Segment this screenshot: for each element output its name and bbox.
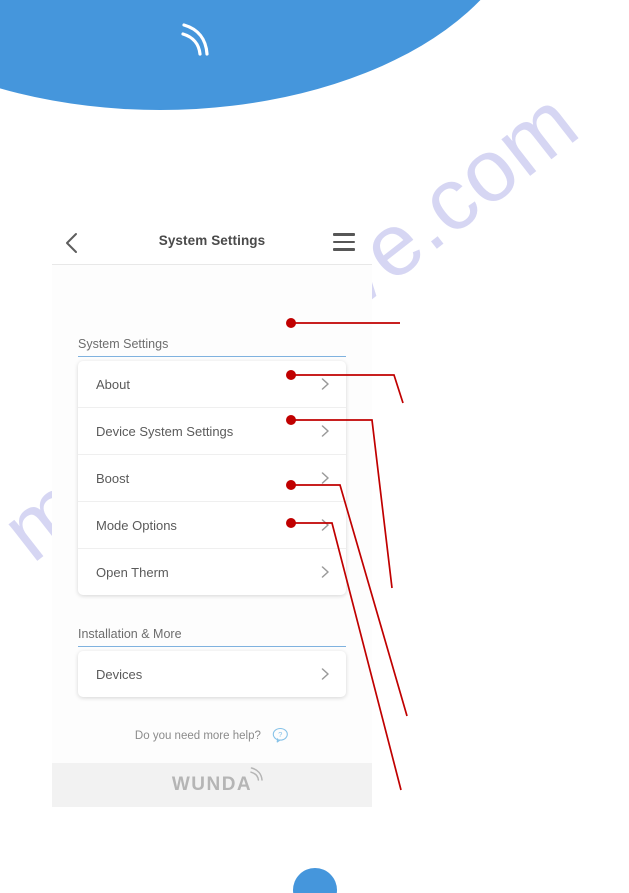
chevron-right-icon [321, 425, 329, 437]
hamburger-bar [333, 233, 355, 236]
settings-card-installation: Devices [78, 651, 346, 697]
chevron-right-icon [321, 519, 329, 531]
chevron-right-icon [321, 378, 329, 390]
settings-body: System Settings About Device System Sett… [52, 265, 372, 807]
top-banner-blob [0, 0, 530, 110]
page-canvas: manualshive.com System Settings System S… [0, 0, 629, 893]
settings-card-system-settings: About Device System Settings Boost Mode … [78, 361, 346, 595]
list-item-label: Mode Options [96, 517, 177, 533]
wunda-wordmark: WUNDA [171, 774, 253, 795]
list-item-device-system-settings[interactable]: Device System Settings [78, 408, 346, 455]
list-item-label: Device System Settings [96, 423, 234, 439]
question-bubble-icon[interactable]: ? [272, 727, 289, 744]
list-item-about[interactable]: About [78, 361, 346, 408]
hamburger-bar [333, 248, 355, 251]
brand-footer: WUNDA [52, 763, 372, 807]
app-bar: System Settings [52, 222, 372, 265]
list-item-label: Boost [96, 470, 130, 486]
chevron-right-icon [321, 566, 329, 578]
signal-arcs-icon [181, 23, 209, 56]
bottom-banner-blob [293, 868, 337, 893]
hamburger-bar [333, 240, 355, 244]
list-item-boost[interactable]: Boost [78, 455, 346, 502]
list-item-label: Open Therm [96, 564, 169, 580]
help-text: Do you need more help? [134, 730, 261, 742]
list-item-mode-options[interactable]: Mode Options [78, 502, 346, 549]
section-heading-system-settings: System Settings [78, 337, 346, 357]
list-item-label: About [96, 376, 130, 392]
section-heading-installation-and-more: Installation & More [78, 627, 346, 647]
list-item-open-therm[interactable]: Open Therm [78, 549, 346, 595]
help-row[interactable]: Do you need more help? ? [52, 727, 372, 744]
page-title: System Settings [158, 233, 266, 248]
wunda-logo: WUNDA [171, 767, 263, 796]
phone-screenshot: System Settings System Settings About De… [52, 222, 372, 807]
list-item-devices[interactable]: Devices [78, 651, 346, 697]
chevron-right-icon [321, 472, 329, 484]
chevron-right-icon [321, 668, 329, 680]
signal-arcs-icon [250, 767, 263, 781]
hamburger-menu-icon[interactable] [333, 233, 355, 251]
list-item-label: Devices [96, 666, 143, 682]
svg-text:?: ? [278, 730, 282, 739]
